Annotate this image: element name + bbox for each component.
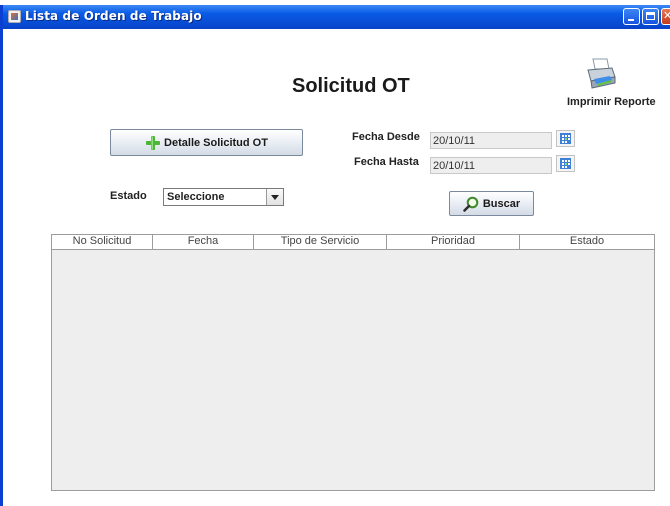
column-header-tipo-servicio[interactable]: Tipo de Servicio [254, 235, 387, 249]
fecha-desde-calendar-button[interactable] [556, 130, 575, 147]
buscar-button[interactable]: Buscar [449, 191, 534, 216]
java-app-icon [8, 10, 21, 23]
buscar-label: Buscar [482, 197, 521, 210]
table-header: No Solicitud Fecha Tipo de Servicio Prio… [52, 235, 654, 250]
column-header-prioridad[interactable]: Prioridad [387, 235, 520, 249]
estado-select[interactable]: Seleccione [163, 188, 284, 206]
window-title: Lista de Orden de Trabajo [25, 9, 202, 23]
close-button[interactable] [661, 8, 670, 25]
solicitudes-table[interactable]: No Solicitud Fecha Tipo de Servicio Prio… [51, 234, 655, 491]
column-header-fecha[interactable]: Fecha [153, 235, 254, 249]
column-header-estado[interactable]: Estado [520, 235, 654, 249]
fecha-desde-field[interactable]: 20/10/11 [430, 132, 552, 149]
fecha-hasta-field[interactable]: 20/10/11 [430, 157, 552, 174]
plus-icon [146, 135, 161, 150]
detalle-solicitud-label: Detalle Solicitud OT [164, 136, 268, 149]
page-title: Solicitud OT [292, 75, 410, 97]
chevron-down-icon[interactable] [266, 189, 283, 205]
title-bar[interactable]: Lista de Orden de Trabajo [3, 5, 670, 29]
content-panel: Solicitud OT Imprimir Reporte Detalle So… [3, 29, 670, 506]
detalle-solicitud-button[interactable]: Detalle Solicitud OT [110, 129, 303, 156]
search-icon [463, 196, 479, 212]
main-window: Lista de Orden de Trabajo Solicitud OT I… [0, 5, 670, 506]
column-header-no-solicitud[interactable]: No Solicitud [52, 235, 153, 249]
fecha-hasta-label: Fecha Hasta [354, 156, 419, 168]
calendar-icon [560, 133, 571, 144]
fecha-desde-label: Fecha Desde [352, 131, 420, 143]
print-report-button[interactable]: Imprimir Reporte [563, 57, 663, 108]
estado-selected-value: Seleccione [167, 191, 225, 203]
minimize-button[interactable] [623, 8, 640, 25]
fecha-hasta-calendar-button[interactable] [556, 155, 575, 172]
estado-label: Estado [110, 190, 147, 202]
maximize-button[interactable] [642, 8, 659, 25]
print-report-label: Imprimir Reporte [567, 96, 656, 108]
printer-icon [587, 58, 616, 89]
calendar-icon [560, 158, 571, 169]
